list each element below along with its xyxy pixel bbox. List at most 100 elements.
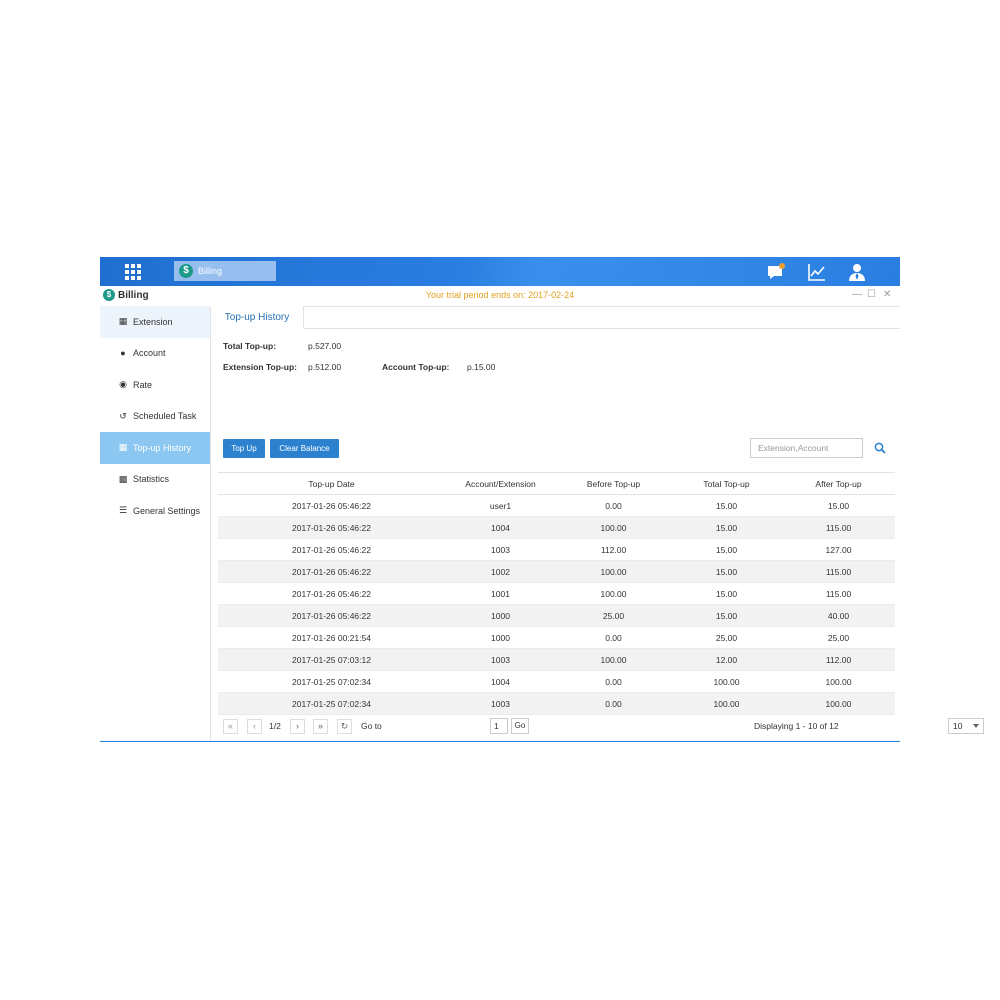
table-cell: 25.00	[602, 610, 625, 621]
table-cell: 100.00	[600, 654, 627, 665]
table-row[interactable]: 2017-01-26 05:46:22 1001 100.00 15.00 115.00	[218, 583, 895, 605]
table-cell: 2017-01-25 07:02:34	[292, 698, 371, 709]
maximize-icon[interactable]: ☐	[867, 289, 876, 300]
notification-message-icon[interactable]	[766, 262, 786, 282]
table-row[interactable]: 2017-01-26 05:46:22 1004 100.00 15.00 115.00	[218, 516, 895, 539]
goto-page-input[interactable]: 1	[490, 718, 508, 734]
column-header[interactable]: Total Top-up	[671, 473, 782, 495]
table-row[interactable]: 2017-01-25 07:02:34 1004 0.00 100.00 100.00	[218, 671, 895, 693]
first-page-icon[interactable]: «	[223, 719, 238, 734]
user-profile-icon[interactable]	[847, 262, 867, 282]
billing-task-button[interactable]: $ Billing	[174, 261, 276, 281]
extension-top-up-value: p.512.00	[308, 362, 342, 372]
table-cell: 2017-01-26 05:46:22	[292, 588, 371, 599]
table-cell: 1003	[491, 654, 510, 665]
table-cell: 100.00	[600, 566, 627, 577]
coin-icon: ◉	[119, 379, 127, 390]
table-cell: 1002	[491, 566, 510, 577]
close-icon[interactable]: ✕	[883, 289, 891, 300]
table-row[interactable]: 2017-01-26 05:46:22 user1 0.00 15.00 15.00	[218, 495, 895, 517]
table-cell: 0.00	[605, 698, 622, 709]
table-cell: 2017-01-25 07:02:34	[292, 676, 371, 687]
sidebar-item-label: Scheduled Task	[133, 411, 197, 422]
sidebar-item-label: General Settings	[133, 505, 201, 516]
main-content: Top-up History Total Top-up: p.527.00 Ex…	[211, 306, 984, 742]
table-cell: 1000	[491, 632, 510, 643]
sidebar-item-label: Account	[133, 348, 166, 359]
table-cell: 2017-01-26 05:46:22	[292, 610, 371, 621]
table-row[interactable]: 2017-01-26 05:46:22 1003 112.00 15.00 127.00	[218, 539, 895, 561]
total-top-up-value: p.527.00	[308, 341, 342, 351]
table-cell: 12.00	[715, 654, 738, 665]
refresh-icon[interactable]: ↻	[337, 719, 352, 734]
user-icon: ●	[120, 348, 126, 359]
next-page-icon[interactable]: ›	[290, 719, 305, 734]
table-cell: 115.00	[825, 522, 852, 533]
sidebar-item-scheduled-task[interactable]: ↺ Scheduled Task	[100, 401, 210, 433]
column-header[interactable]: Before Top-up	[556, 473, 671, 495]
table-cell: 112.00	[825, 654, 852, 665]
tab-bar: Top-up History	[211, 306, 900, 329]
table-cell: 100.00	[825, 676, 852, 687]
calendar-icon: ▦	[118, 442, 128, 453]
history-clock-icon: ↺	[119, 410, 127, 421]
last-page-icon[interactable]: »	[313, 719, 328, 734]
search-input[interactable]: Extension,Account	[750, 438, 863, 458]
column-header[interactable]: Account/Extension	[445, 473, 556, 495]
bar-chart-icon: ▩	[118, 473, 128, 484]
prev-page-icon[interactable]: ‹	[247, 719, 262, 734]
account-top-up-label: Account Top-up:	[382, 362, 450, 372]
search-icon[interactable]	[874, 442, 886, 454]
top-up-button[interactable]: Top Up	[223, 439, 265, 458]
table-cell: 1004	[491, 522, 510, 533]
table-cell: 2017-01-26 05:46:22	[292, 544, 371, 555]
table-cell: 112.00	[600, 544, 627, 555]
sidebar-item-account[interactable]: ● Account	[100, 338, 210, 370]
table-cell: 115.00	[825, 566, 852, 577]
table-cell: 15.00	[715, 500, 738, 511]
table-cell: 1001	[491, 588, 510, 599]
table-row[interactable]: 2017-01-26 00:21:54 1000 0.00 25.00 25.00	[218, 627, 895, 649]
table-cell: 1004	[491, 676, 510, 687]
minimize-icon[interactable]: —	[852, 289, 862, 300]
table-cell: 25.00	[715, 632, 738, 643]
tab-top-up-history[interactable]: Top-up History	[211, 306, 304, 329]
app-grid-icon[interactable]	[125, 264, 141, 280]
billing-task-label: Billing	[198, 266, 223, 276]
account-top-up-value: p.15.00	[467, 362, 496, 372]
page-indicator: 1/2	[269, 721, 281, 731]
pagination-bar: « ‹ 1/2 › » ↻ Go to 1 Go Displaying 1 - …	[211, 718, 900, 738]
goto-label: Go to	[361, 721, 382, 731]
table-row[interactable]: 2017-01-25 07:02:34 1003 0.00 100.00 100.00	[218, 692, 895, 715]
billing-app-window: $ Billing $ Billing Your trial period en…	[100, 257, 984, 742]
go-button[interactable]: Go	[511, 718, 529, 734]
table-cell: 2017-01-26 05:46:22	[292, 566, 371, 577]
table-cell: 15.00	[715, 610, 738, 621]
sidebar-item-statistics[interactable]: ▩ Statistics	[100, 464, 210, 496]
table-cell: 15.00	[715, 522, 738, 533]
chevron-down-icon	[973, 724, 979, 728]
table-cell: 0.00	[605, 676, 622, 687]
column-header[interactable]: After Top-up	[782, 473, 895, 495]
top-bar: $ Billing	[100, 257, 900, 286]
table-cell: 100.00	[600, 522, 627, 533]
table-row[interactable]: 2017-01-26 05:46:22 1002 100.00 15.00 115.00	[218, 560, 895, 583]
sidebar-item-general-settings[interactable]: ☰ General Settings	[100, 495, 210, 527]
window-header: $ Billing Your trial period ends on: 201…	[100, 286, 900, 307]
sidebar-item-label: Top-up History	[133, 442, 192, 453]
sidebar-item-label: Rate	[133, 379, 153, 390]
table-cell: 115.00	[825, 588, 852, 599]
clear-balance-button[interactable]: Clear Balance	[270, 439, 339, 458]
table-row[interactable]: 2017-01-26 05:46:22 1000 25.00 15.00 40.00	[218, 604, 895, 627]
sidebar-item-top-up-history[interactable]: ▦ Top-up History	[100, 432, 210, 464]
sidebar-item-rate[interactable]: ◉ Rate	[100, 369, 210, 401]
table-cell: 15.00	[715, 544, 738, 555]
line-chart-icon[interactable]	[807, 262, 827, 282]
table-row[interactable]: 2017-01-25 07:03:12 1003 100.00 12.00 112.00	[218, 648, 895, 671]
column-header[interactable]: Top-up Date	[218, 473, 445, 495]
sidebar-item-extension[interactable]: ▦ Extension	[100, 306, 210, 338]
table-cell: 15.00	[715, 588, 738, 599]
page-size-select[interactable]: 10	[948, 718, 984, 734]
table-cell: 100.00	[600, 588, 627, 599]
billing-icon: $	[179, 264, 193, 278]
